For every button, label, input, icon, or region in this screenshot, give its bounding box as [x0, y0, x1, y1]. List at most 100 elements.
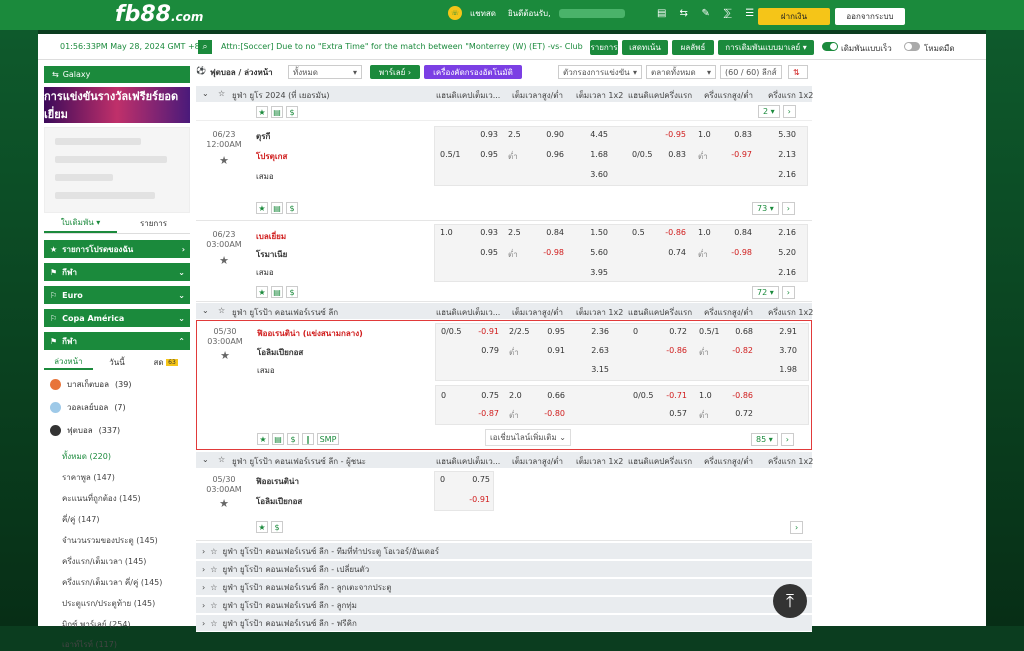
- sport-volleyball[interactable]: วอลเลย์บอล (7): [44, 397, 190, 417]
- next-icon[interactable]: ›: [790, 521, 804, 534]
- smart-filter-button[interactable]: เครื่องคัดกรองอัตโนมัติ: [424, 65, 522, 79]
- text-cell[interactable]: 2.16: [774, 268, 796, 277]
- list-icon[interactable]: ☰: [743, 7, 757, 19]
- text-cell[interactable]: -0.71: [665, 391, 687, 400]
- sub-correct-score[interactable]: คะแนนที่ถูกต้อง (145): [62, 492, 141, 505]
- collapsed-league[interactable]: › ☆ ยูฟ่า ยูโรป้า คอนเฟอร์เรนซ์ ลีก - เป…: [196, 561, 812, 578]
- sidebar-sports[interactable]: ⚑ กีฬา ⌄: [44, 263, 190, 281]
- sidebar-copa-america[interactable]: ⚐ Copa América ⌄: [44, 309, 190, 327]
- text-cell[interactable]: 0.68: [731, 327, 753, 336]
- cashout-icon[interactable]: $: [286, 286, 298, 298]
- stats-icon[interactable]: ▤: [271, 286, 283, 298]
- cashout-icon[interactable]: $: [271, 521, 283, 533]
- cashout-icon[interactable]: $: [286, 202, 298, 214]
- tab-live[interactable]: สด 63: [141, 354, 190, 370]
- text-cell[interactable]: 5.20: [774, 248, 796, 257]
- favorite-icon[interactable]: ★: [256, 521, 268, 533]
- text-cell[interactable]: 0.95: [543, 327, 565, 336]
- tab-early[interactable]: ล่วงหน้า: [44, 354, 93, 370]
- text-cell[interactable]: 2.13: [774, 150, 796, 159]
- text-cell[interactable]: -0.91: [477, 327, 499, 336]
- text-cell[interactable]: 0.96: [542, 150, 564, 159]
- stats-icon[interactable]: ▤: [272, 433, 284, 445]
- text-cell[interactable]: 0.72: [731, 409, 753, 418]
- text-cell[interactable]: 1.50: [586, 228, 608, 237]
- star-icon[interactable]: ★: [196, 497, 252, 510]
- sub-ht-ft[interactable]: ครึ่งแรก/เต็มเวลา (145): [62, 555, 146, 568]
- wallet-icon[interactable]: ▤: [655, 7, 669, 19]
- text-cell[interactable]: -0.80: [543, 409, 565, 418]
- sub-ht-ft-oe[interactable]: ครึ่งแรก/เต็มเวลา คี่/คู่ (145): [62, 576, 162, 589]
- sub-pool[interactable]: ราคาพูล (147): [62, 471, 115, 484]
- text-cell[interactable]: 0.83: [730, 130, 752, 139]
- sub-mix-parlay[interactable]: มิกซ์ พาร์เลย์ (254): [62, 618, 131, 631]
- chat-link[interactable]: แชทสด: [470, 7, 496, 20]
- text-cell[interactable]: 5.60: [586, 248, 608, 257]
- cashout-icon[interactable]: $: [286, 106, 298, 118]
- site-logo[interactable]: fb88.com: [115, 2, 203, 27]
- text-cell[interactable]: -0.82: [731, 346, 753, 355]
- deposit-button[interactable]: ฝากเงิน: [758, 8, 830, 25]
- more-asian-lines[interactable]: เอเชี่ยนไลน์เพิ่มเติม ⌄: [485, 429, 571, 446]
- text-cell[interactable]: 3.70: [775, 346, 797, 355]
- highlight-button[interactable]: เสดทเน้น: [622, 40, 668, 55]
- text-cell[interactable]: 0.90: [542, 130, 564, 139]
- text-cell[interactable]: 0.84: [730, 228, 752, 237]
- dark-mode-toggle[interactable]: [904, 42, 920, 51]
- results-button[interactable]: ผลลัพธ์: [672, 40, 714, 55]
- text-cell[interactable]: 0.83: [664, 150, 686, 159]
- star-icon[interactable]: ★: [196, 154, 252, 167]
- sidebar-sports-expanded[interactable]: ⚑ กีฬา ⌃: [44, 332, 190, 350]
- sub-all[interactable]: ทั้งหมด (220): [62, 450, 111, 463]
- text-cell[interactable]: 0.93: [476, 130, 498, 139]
- text-cell[interactable]: 2.16: [774, 228, 796, 237]
- text-cell[interactable]: -0.95: [664, 130, 686, 139]
- logout-button[interactable]: ออกจากระบบ: [835, 8, 905, 25]
- star-icon[interactable]: ★: [197, 349, 253, 362]
- tab-today[interactable]: วันนี้: [93, 354, 142, 370]
- text-cell[interactable]: -0.98: [730, 248, 752, 257]
- cashout-icon[interactable]: $: [287, 433, 299, 445]
- more-markets[interactable]: 73 ▾: [752, 202, 779, 215]
- league-star-icon[interactable]: ☆: [218, 89, 225, 98]
- next-icon[interactable]: ›: [780, 433, 794, 446]
- text-cell[interactable]: 3.15: [587, 365, 609, 374]
- text-cell[interactable]: 2.16: [774, 170, 796, 179]
- list-button[interactable]: รายการ: [590, 40, 618, 55]
- league-header[interactable]: ⌄ ☆ ยูฟ่า ยูโรป้า คอนเฟอร์เรนซ์ ลีก - ผู…: [196, 452, 813, 468]
- league-header[interactable]: ⌄ ☆ ยูฟ่า ยูโรป้า คอนเฟอร์เรนซ์ ลีก แฮนด…: [196, 303, 813, 319]
- league-star-icon[interactable]: ☆: [218, 455, 225, 464]
- text-cell[interactable]: 0.74: [664, 248, 686, 257]
- league-star-icon[interactable]: ☆: [218, 306, 225, 315]
- sidebar-euro[interactable]: ⚐ Euro ⌄: [44, 286, 190, 304]
- text-cell[interactable]: 0.91: [543, 346, 565, 355]
- sub-total-goals[interactable]: จำนวนรวมของประตู (145): [62, 534, 158, 547]
- text-cell[interactable]: 0.84: [542, 228, 564, 237]
- text-cell[interactable]: 5.30: [774, 130, 796, 139]
- more-markets[interactable]: 85 ▾: [751, 433, 778, 446]
- text-cell[interactable]: 4.45: [586, 130, 608, 139]
- sidebar-favorites[interactable]: ★ รายการโปรดของฉัน ›: [44, 240, 190, 258]
- next-icon[interactable]: ›: [781, 202, 795, 215]
- text-cell[interactable]: 0.95: [476, 248, 498, 257]
- more-markets[interactable]: 72 ▾: [752, 286, 779, 299]
- text-cell[interactable]: 0.57: [665, 409, 687, 418]
- chat-icon[interactable]: ☏: [448, 6, 462, 20]
- text-cell[interactable]: 1.98: [775, 365, 797, 374]
- text-cell[interactable]: -0.86: [665, 346, 687, 355]
- sub-first-last-goal[interactable]: ประตูแรก/ประตูท้าย (145): [62, 597, 155, 610]
- page-select[interactable]: 2 ▾: [758, 105, 780, 118]
- tab-betslip[interactable]: ใบเดิมพัน ▾: [44, 214, 117, 233]
- collapsed-league[interactable]: › ☆ ยูฟ่า ยูโรป้า คอนเฟอร์เรนซ์ ลีก - ฟร…: [196, 615, 812, 632]
- text-cell[interactable]: 2.63: [587, 346, 609, 355]
- sub-outright[interactable]: เอาท์ไรท์ (117): [62, 638, 117, 651]
- sport-basketball[interactable]: บาสเก็ตบอล (39): [44, 374, 190, 394]
- tab-list[interactable]: รายการ: [117, 214, 190, 233]
- league-header[interactable]: ⌄ ☆ ยูฟ่า ยูโร 2024 (ที่ เยอรมัน) แฮนดิแ…: [196, 86, 813, 102]
- sort-icon[interactable]: ⇅: [788, 65, 808, 79]
- odds-icon[interactable]: ⅀: [721, 7, 735, 19]
- text-cell[interactable]: 2.91: [775, 327, 797, 336]
- text-cell[interactable]: 0.95: [476, 150, 498, 159]
- text-cell[interactable]: 1.68: [586, 150, 608, 159]
- fast-bet-toggle[interactable]: [822, 42, 838, 51]
